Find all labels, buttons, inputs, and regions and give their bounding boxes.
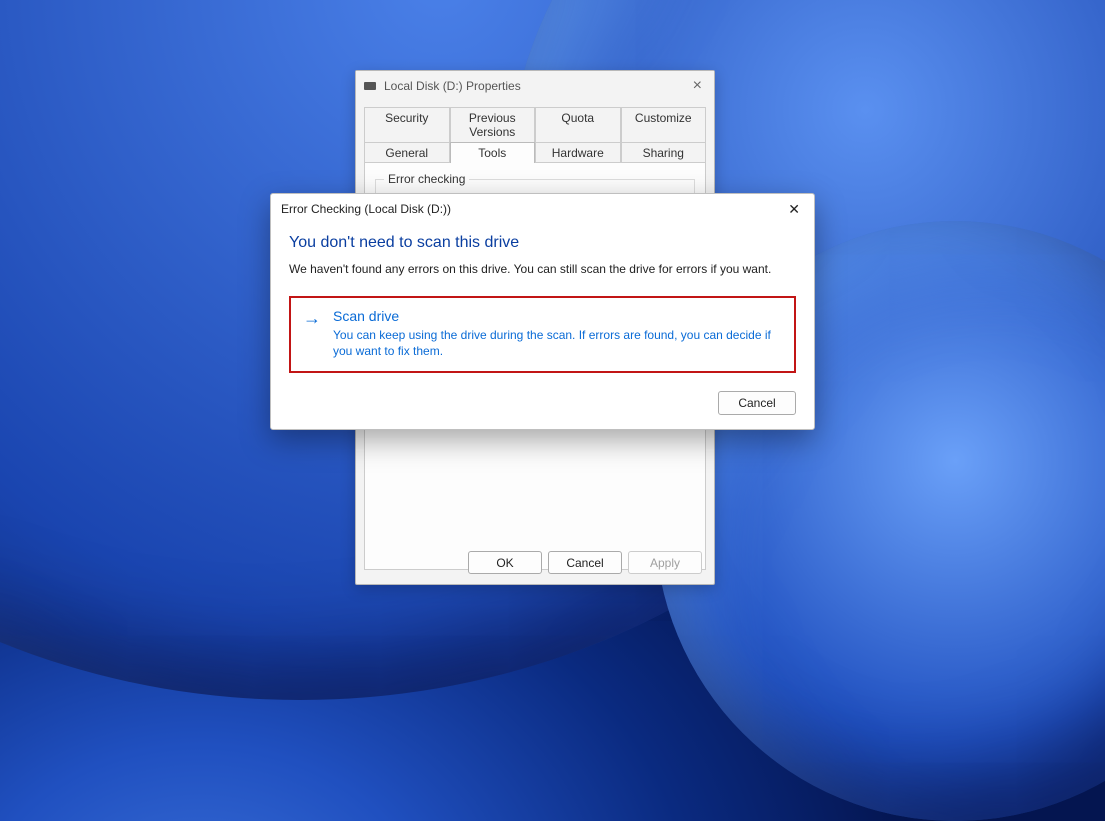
scan-drive-action[interactable]: → Scan drive You can keep using the driv… xyxy=(289,296,796,373)
dialog-subtext: We haven't found any errors on this driv… xyxy=(289,262,796,276)
error-checking-dialog: Error Checking (Local Disk (D:)) ✕ You d… xyxy=(270,193,815,430)
cancel-button[interactable]: Cancel xyxy=(548,551,622,574)
scan-drive-description: You can keep using the drive during the … xyxy=(333,327,782,359)
error-checking-legend: Error checking xyxy=(384,172,469,186)
error-checking-titlebar[interactable]: Error Checking (Local Disk (D:)) ✕ xyxy=(271,194,814,224)
tab-sharing[interactable]: Sharing xyxy=(621,142,707,163)
tab-customize[interactable]: Customize xyxy=(621,107,707,142)
close-icon[interactable]: × xyxy=(689,77,706,95)
close-icon[interactable]: ✕ xyxy=(784,201,804,218)
tab-security[interactable]: Security xyxy=(364,107,450,142)
tab-quota[interactable]: Quota xyxy=(535,107,621,142)
dialog-headline: You don't need to scan this drive xyxy=(289,234,796,252)
arrow-right-icon: → xyxy=(303,309,321,327)
error-checking-dialog-title: Error Checking (Local Disk (D:)) xyxy=(281,202,784,216)
tab-tools[interactable]: Tools xyxy=(450,142,536,163)
tab-general[interactable]: General xyxy=(364,142,450,163)
tab-hardware[interactable]: Hardware xyxy=(535,142,621,163)
tab-previous-versions[interactable]: Previous Versions xyxy=(450,107,536,142)
apply-button: Apply xyxy=(628,551,702,574)
cancel-button[interactable]: Cancel xyxy=(718,391,796,415)
ok-button[interactable]: OK xyxy=(468,551,542,574)
drive-icon xyxy=(364,82,376,90)
properties-title: Local Disk (D:) Properties xyxy=(384,79,689,93)
scan-drive-title: Scan drive xyxy=(333,308,782,324)
properties-titlebar[interactable]: Local Disk (D:) Properties × xyxy=(356,71,714,101)
